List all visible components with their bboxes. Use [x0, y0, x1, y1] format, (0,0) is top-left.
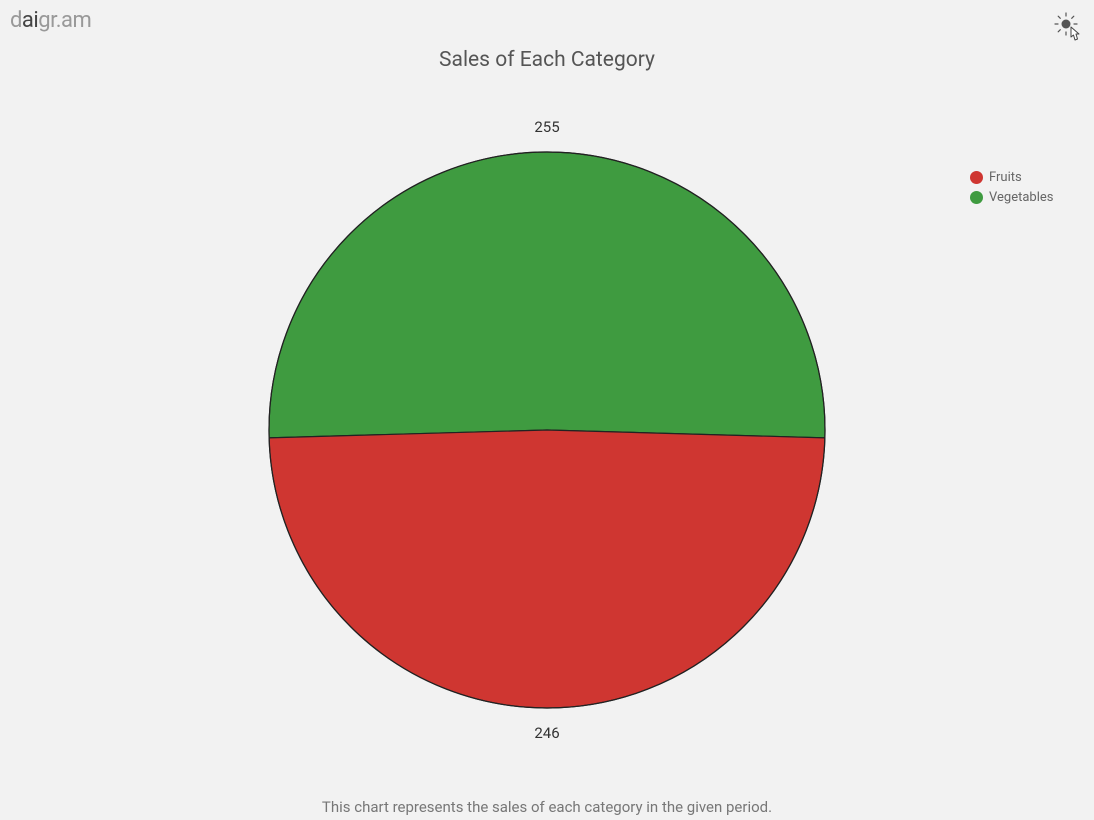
legend-item-vegetables[interactable]: Vegetables	[970, 190, 1053, 205]
sun-icon	[1053, 11, 1079, 37]
legend-label: Vegetables	[989, 190, 1053, 205]
legend-swatch	[970, 171, 983, 184]
chart-title: Sales of Each Category	[0, 48, 1094, 72]
legend-label: Fruits	[989, 170, 1022, 185]
pie-chart: 255 246	[0, 100, 1094, 760]
legend-item-fruits[interactable]: Fruits	[970, 170, 1053, 185]
logo-post: gr.am	[38, 8, 91, 33]
logo-accent: ai	[22, 8, 38, 33]
slice-label-bottom: 246	[534, 724, 559, 742]
pie-slice[interactable]	[269, 430, 825, 708]
theme-toggle-button[interactable]	[1048, 6, 1084, 42]
chart-caption: This chart represents the sales of each …	[0, 798, 1094, 816]
legend-swatch	[970, 191, 983, 204]
logo-pre: d	[10, 8, 22, 33]
slice-label-top: 255	[534, 118, 559, 136]
app-logo[interactable]: daigr.am	[10, 8, 91, 33]
legend: Fruits Vegetables	[970, 170, 1053, 210]
pie-slice[interactable]	[269, 152, 825, 438]
